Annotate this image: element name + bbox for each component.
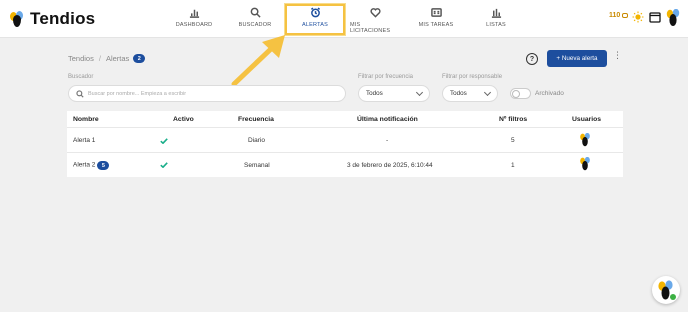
nav-item-listas[interactable]: LISTAS — [478, 6, 514, 34]
user-avatar-icon[interactable] — [578, 133, 592, 147]
table-row[interactable]: Alerta 25 Semanal 3 de febrero de 2025, … — [67, 152, 623, 177]
bar-chart-icon — [189, 6, 200, 18]
column-header-nombre[interactable]: Nombre — [73, 116, 99, 123]
more-options-icon[interactable]: ⋮ — [613, 51, 622, 60]
responsible-filter-label: Filtrar por responsable — [442, 74, 503, 80]
responsible-select-value: Todos — [450, 90, 467, 97]
nav-item-label: ALERTAS — [302, 22, 328, 28]
coins-value: 110 — [609, 12, 621, 19]
frequency-select[interactable]: Todos — [358, 85, 430, 102]
calendar-icon[interactable] — [649, 11, 661, 23]
breadcrumb-separator: / — [98, 54, 101, 63]
nav-item-label: MIS LICITACIONES — [350, 22, 391, 34]
help-button[interactable]: ? — [526, 53, 538, 65]
alert-filter-count: 5 — [511, 137, 515, 144]
frequency-select-value: Todos — [366, 90, 383, 97]
archived-label: Archivado — [535, 90, 564, 97]
check-icon — [160, 162, 168, 168]
brand-logo[interactable]: Tendios — [8, 9, 95, 29]
table-row[interactable]: Alerta 1 Diario - 5 — [67, 127, 623, 152]
brand-name: Tendios — [30, 9, 96, 28]
alert-name[interactable]: Alerta 1 — [73, 137, 95, 144]
list-chart-icon — [491, 6, 502, 18]
nav-item-mis-licitaciones[interactable]: MIS LICITACIONES — [350, 6, 400, 34]
user-avatar-icon[interactable] — [665, 9, 681, 27]
nav-item-mis-tareas[interactable]: MIS TAREAS — [418, 6, 454, 34]
nav-item-label: MIS TAREAS — [418, 22, 454, 28]
user-avatar-icon[interactable] — [578, 157, 592, 171]
toggle-knob — [512, 90, 520, 98]
nav-item-alertas[interactable]: ALERTAS — [297, 6, 333, 34]
chat-avatar-icon — [658, 280, 676, 300]
search-label: Buscador — [68, 74, 94, 80]
search-box[interactable] — [68, 85, 346, 102]
tendios-logo-icon — [8, 10, 26, 28]
chevron-down-icon — [483, 88, 492, 96]
nav-item-label: BUSCADOR — [238, 22, 272, 28]
new-alert-button[interactable]: + Nueva alerta — [547, 50, 607, 67]
nav-item-buscador[interactable]: BUSCADOR — [237, 6, 273, 34]
alert-badge: 5 — [97, 161, 110, 170]
chevron-down-icon — [415, 88, 424, 96]
column-header-usuarios[interactable]: Usuarios — [572, 116, 601, 123]
top-navbar: Tendios DASHBOARD BUSCADOR ALERTAS MIS L… — [0, 0, 688, 38]
archived-toggle[interactable] — [510, 88, 531, 99]
frequency-filter-label: Filtrar por frecuencia — [358, 74, 414, 80]
breadcrumb-root[interactable]: Tendios — [68, 54, 94, 63]
alert-count-badge: 2 — [133, 54, 146, 63]
column-header-ultima-notificacion[interactable]: Última notificación — [357, 116, 418, 123]
column-header-n-filtros[interactable]: Nº filtros — [499, 116, 527, 123]
column-header-activo[interactable]: Activo — [173, 116, 194, 123]
task-card-icon — [430, 6, 442, 18]
nav-item-label: LISTAS — [486, 22, 506, 28]
alert-frequency: Diario — [248, 137, 265, 144]
alert-name[interactable]: Alerta 25 — [73, 161, 110, 170]
heart-icon — [369, 6, 381, 18]
coins-counter[interactable]: 110 — [609, 12, 629, 19]
search-icon — [250, 6, 261, 18]
alert-last-notification: 3 de febrero de 2025, 6:10:44 — [347, 162, 433, 169]
sun-icon[interactable] — [632, 11, 644, 23]
nav-item-label: DASHBOARD — [175, 22, 213, 28]
alert-last-notification: - — [386, 137, 389, 144]
annotation-arrow-icon — [231, 35, 285, 87]
column-header-frecuencia[interactable]: Frecuencia — [238, 116, 274, 123]
responsible-select[interactable]: Todos — [442, 85, 498, 102]
search-icon — [76, 89, 84, 98]
alerts-table: Nombre Activo Frecuencia Última notifica… — [67, 111, 623, 177]
alert-filter-count: 1 — [511, 162, 515, 169]
nav-item-dashboard[interactable]: DASHBOARD — [176, 6, 212, 34]
check-icon — [160, 138, 168, 144]
breadcrumb-current: Alertas — [105, 54, 130, 63]
alert-name-text: Alerta 2 — [73, 161, 96, 169]
chat-widget-button[interactable] — [652, 276, 680, 304]
alert-frequency: Semanal — [244, 162, 270, 169]
coins-icon — [622, 12, 629, 18]
alarm-clock-icon — [310, 6, 321, 18]
breadcrumb: Tendios / Alertas 2 — [68, 54, 146, 63]
search-input[interactable] — [88, 90, 328, 97]
